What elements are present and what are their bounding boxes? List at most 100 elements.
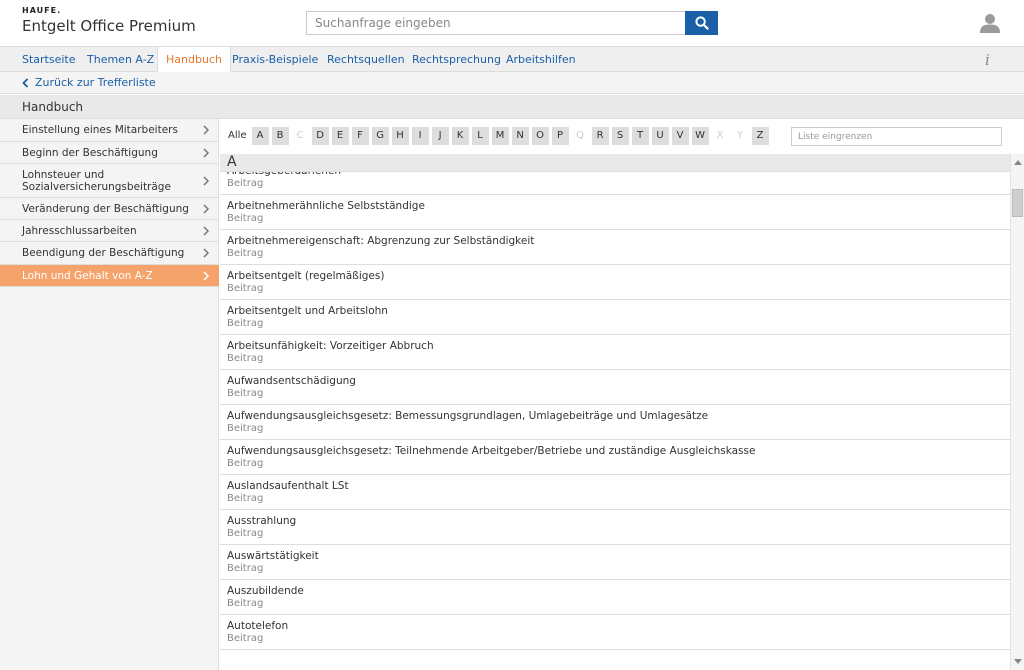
list-item-type: Beitrag (227, 248, 264, 259)
sidebar-item-label: Veränderung der Beschäftigung (22, 203, 189, 215)
sidebar-item-lohn-gehalt[interactable]: Lohn und Gehalt von A-Z (0, 265, 219, 287)
letter-g-button[interactable]: G (371, 127, 389, 145)
sidebar-item-beendigung[interactable]: Beendigung der Beschäftigung (0, 242, 219, 265)
list-item[interactable]: Auszubildende Beitrag (220, 580, 1010, 615)
list-item-title[interactable]: Aufwandsentschädigung (227, 375, 1003, 388)
sidebar-item-jahresschluss[interactable]: Jahresschlussarbeiten (0, 220, 219, 242)
letter-x-button: X (716, 130, 724, 141)
letter-v-button[interactable]: V (671, 127, 689, 145)
list-item-type: Beitrag (227, 423, 264, 434)
chevron-left-icon (22, 77, 29, 88)
letter-f-button[interactable]: F (351, 127, 369, 145)
brand-logo[interactable]: HAUFE. (22, 6, 61, 15)
letter-e-button[interactable]: E (331, 127, 349, 145)
letter-w-button[interactable]: W (691, 127, 709, 145)
sidebar-item-beginn[interactable]: Beginn der Beschäftigung (0, 142, 219, 164)
list-item-title[interactable]: Arbeitnehmerähnliche Selbstständige (227, 200, 1003, 213)
list-item[interactable]: Aufwendungsausgleichsgesetz: Bemessungsg… (220, 405, 1010, 440)
letter-s-button[interactable]: S (611, 127, 629, 145)
letter-z-button[interactable]: Z (751, 127, 769, 145)
list-item-title[interactable]: Ausstrahlung (227, 515, 1003, 528)
chevron-right-icon (203, 203, 210, 214)
letter-u-button[interactable]: U (651, 127, 669, 145)
scroll-thumb[interactable] (1012, 189, 1023, 217)
list-item-title[interactable]: Arbeitsentgelt (regelmäßiges) (227, 270, 1003, 283)
list-item[interactable]: Autotelefon Beitrag (220, 615, 1010, 650)
current-letter: A (227, 154, 237, 170)
list-filter-field[interactable] (791, 127, 1002, 146)
sidebar-item-veraenderung[interactable]: Veränderung der Beschäftigung (0, 198, 219, 220)
letter-j-button[interactable]: J (431, 127, 449, 145)
back-link-label: Zurück zur Trefferliste (35, 76, 156, 89)
article-list: ArbeitsgeberdarlehenBeitragArbeitnehmerä… (220, 172, 1010, 650)
letter-i-button[interactable]: I (411, 127, 429, 145)
scroll-down-arrow-icon[interactable] (1014, 659, 1022, 664)
back-to-results-link[interactable]: Zurück zur Trefferliste (22, 76, 156, 89)
info-icon[interactable]: i (985, 51, 990, 69)
list-item[interactable]: Auswärtstätigkeit Beitrag (220, 545, 1010, 580)
letter-k-button[interactable]: K (451, 127, 469, 145)
sidebar-item-einstellung[interactable]: Einstellung eines Mitarbeiters (0, 119, 219, 142)
list-item-title[interactable]: Arbeitsunfähigkeit: Vorzeitiger Abbruch (227, 340, 1003, 353)
search-button[interactable] (685, 11, 718, 35)
list-item[interactable]: Aufwendungsausgleichsgesetz: Teilnehmend… (220, 440, 1010, 475)
list-item-title[interactable]: Aufwendungsausgleichsgesetz: Teilnehmend… (227, 445, 1003, 458)
letter-o-button[interactable]: O (531, 127, 549, 145)
nav-item-rechtsquellen[interactable]: Rechtsquellen (319, 47, 413, 73)
list-item[interactable]: ArbeitsgeberdarlehenBeitrag (220, 172, 1010, 195)
list-item[interactable]: Ausstrahlung Beitrag (220, 510, 1010, 545)
letter-q-button: Q (576, 130, 584, 141)
letter-h-button[interactable]: H (391, 127, 409, 145)
list-scrollbar[interactable] (1010, 154, 1024, 670)
list-item[interactable]: Arbeitsunfähigkeit: Vorzeitiger Abbruch B… (220, 335, 1010, 370)
alphabet-all-button[interactable]: Alle (226, 127, 249, 145)
list-item-type: Beitrag (227, 318, 264, 329)
letter-r-button[interactable]: R (591, 127, 609, 145)
product-name[interactable]: Entgelt Office Premium (22, 17, 196, 35)
list-item-title[interactable]: Auszubildende (227, 585, 1003, 598)
letter-n-button[interactable]: N (511, 127, 529, 145)
user-icon[interactable] (979, 13, 1001, 33)
sidebar-item-label: Einstellung eines Mitarbeiters (22, 124, 178, 136)
list-item-type: Beitrag (227, 283, 264, 294)
letter-a-button[interactable]: A (251, 127, 269, 145)
nav-item-rechtsprechung[interactable]: Rechtsprechung (404, 47, 509, 73)
nav-item-praxis[interactable]: Praxis-Beispiele (224, 47, 326, 73)
list-item-type: Beitrag (227, 178, 264, 189)
list-item-title[interactable]: Auswärtstätigkeit (227, 550, 1003, 563)
list-item[interactable]: Arbeitnehmerähnliche Selbstständige Beitr… (220, 195, 1010, 230)
list-item[interactable]: Arbeitsentgelt und Arbeitslohn Beitrag (220, 300, 1010, 335)
chevron-right-icon (203, 175, 210, 186)
letter-t-button[interactable]: T (631, 127, 649, 145)
nav-item-startseite[interactable]: Startseite (14, 47, 84, 73)
nav-item-themen[interactable]: Themen A-Z (79, 47, 162, 73)
list-item-title[interactable]: Aufwendungsausgleichsgesetz: Bemessungsg… (227, 410, 1003, 423)
list-item-title[interactable]: Auslandsaufenthalt LSt (227, 480, 1003, 493)
list-item[interactable]: Auslandsaufenthalt LSt Beitrag (220, 475, 1010, 510)
list-item[interactable]: Arbeitsentgelt (regelmäßiges) Beitrag (220, 265, 1010, 300)
list-item-title[interactable]: Autotelefon (227, 620, 1003, 633)
list-item[interactable]: Aufwandsentschädigung Beitrag (220, 370, 1010, 405)
letter-p-button[interactable]: P (551, 127, 569, 145)
scroll-up-arrow-icon[interactable] (1014, 160, 1022, 165)
list-filter-input[interactable] (792, 128, 1001, 146)
list-item-title[interactable]: Arbeitsentgelt und Arbeitslohn (227, 305, 1003, 318)
sidebar-item-lohnsteuer[interactable]: Lohnsteuer und Sozialversicherungsbeiträ… (0, 164, 219, 198)
letter-d-button[interactable]: D (311, 127, 329, 145)
chevron-right-icon (203, 147, 210, 158)
list-item-title[interactable]: Arbeitnehmereigenschaft: Abgrenzung zur … (227, 235, 1003, 248)
list-item-type: Beitrag (227, 213, 264, 224)
letter-l-button[interactable]: L (471, 127, 489, 145)
list-item[interactable]: Arbeitnehmereigenschaft: Abgrenzung zur … (220, 230, 1010, 265)
search-field[interactable] (306, 11, 686, 35)
section-title-bar: Handbuch (0, 95, 1024, 119)
sidebar: Einstellung eines Mitarbeiters Beginn de… (0, 119, 219, 670)
letter-m-button[interactable]: M (491, 127, 509, 145)
sidebar-item-label: Beendigung der Beschäftigung (22, 247, 185, 259)
nav-item-handbuch[interactable]: Handbuch (157, 47, 231, 73)
letter-b-button[interactable]: B (271, 127, 289, 145)
list-item-type: Beitrag (227, 598, 264, 609)
nav-item-arbeitshilfen[interactable]: Arbeitshilfen (498, 47, 584, 73)
list-item-type: Beitrag (227, 388, 264, 399)
search-input[interactable] (307, 12, 685, 34)
